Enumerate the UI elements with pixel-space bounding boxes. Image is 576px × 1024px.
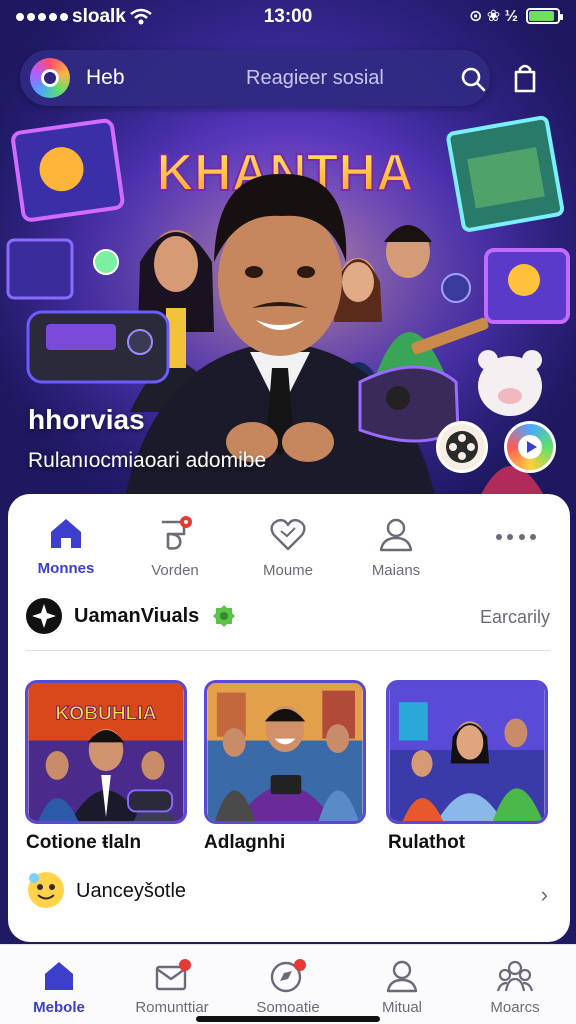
see-all-link[interactable]: Earcarily [480, 607, 550, 628]
person-icon [379, 518, 413, 552]
divider [26, 650, 550, 651]
emoji-glyph [29, 873, 55, 900]
tab-moume[interactable]: Moume [233, 516, 343, 579]
search-bar[interactable]: Heb Reagieer sosial [20, 50, 490, 106]
verified-badge-icon [213, 605, 235, 627]
home-icon [51, 519, 81, 548]
film-reel-glyph [446, 431, 478, 463]
play-glyph [518, 435, 542, 459]
tab-vorden[interactable]: Vorden [120, 516, 230, 579]
video-thumbnail[interactable] [204, 680, 366, 824]
status-bar: sloalk 13:00 ⊙ ❀ ½ [0, 0, 576, 34]
svg-text:KOBUHLIA: KOBUHLIA [55, 703, 156, 724]
compass-icon [270, 959, 306, 993]
video-title[interactable]: Cotione ŧlaln [26, 832, 141, 854]
hero-title: hhorvias [28, 404, 145, 435]
channel-name[interactable]: UamanViuals [74, 605, 199, 628]
tab-bar: Monnes Vorden Moume Maians [8, 494, 570, 584]
battery-icon [526, 8, 563, 24]
search-icon[interactable] [460, 66, 486, 92]
play-store-icon[interactable] [504, 421, 556, 473]
heart-icon [270, 518, 306, 551]
thumbnail-image [207, 683, 363, 821]
more-icon[interactable] [496, 534, 536, 542]
section-header: UamanViuals Earcarily [8, 594, 570, 644]
nav-item-moarcs[interactable]: Moarcs [465, 959, 565, 1016]
nav-item-mitual[interactable]: Mitual [352, 959, 452, 1016]
list-item-label: Uanceyšotle [76, 880, 187, 902]
home-icon [45, 962, 73, 990]
list-item[interactable]: Uanceyšotle › [8, 866, 570, 918]
hero-section: sloalk 13:00 ⊙ ❀ ½ Heb Reagieer sosial K… [0, 0, 576, 520]
tab-maians[interactable]: Maians [341, 516, 451, 579]
content-card: Monnes Vorden Moume Maians UamanViuals E… [8, 494, 570, 942]
nav-label: Somoatie [256, 999, 320, 1016]
brand-label: Heb [86, 66, 125, 89]
nav-item-romunttiar[interactable]: Romunttiar [122, 959, 222, 1016]
mail-icon [155, 959, 191, 991]
status-glyphs: ⊙ ❀ ½ [468, 8, 518, 25]
nav-label: Moarcs [490, 999, 540, 1016]
bottom-nav: Mebole Romunttiar Somoatie Mitual Moarcs [0, 944, 576, 1024]
tab-home[interactable]: Monnes [11, 516, 121, 577]
hero-subtitle: Rulanıocmiaoari adomibe [28, 449, 267, 472]
tab-label: Maians [371, 562, 421, 579]
tab-label: Monnes [37, 560, 95, 577]
channel-logo-icon[interactable] [26, 598, 62, 634]
video-title[interactable]: Rulathot [388, 832, 465, 854]
nav-label: Mebole [33, 999, 85, 1016]
nav-label: Romunttiar [135, 999, 209, 1016]
nav-item-home[interactable]: Mebole [9, 959, 109, 1016]
group-icon [496, 960, 534, 992]
film-reel-icon[interactable] [436, 421, 488, 473]
emoji-icon [28, 872, 64, 908]
video-thumbnail[interactable]: KOBUHLIA [25, 680, 187, 824]
video-thumbnail[interactable] [386, 680, 548, 824]
search-input[interactable]: Reagieer sosial [246, 67, 384, 90]
video-title[interactable]: Adlagnhi [204, 832, 285, 854]
app-logo-icon[interactable] [30, 58, 70, 98]
home-indicator[interactable] [196, 1016, 380, 1022]
thumbnail-image: KOBUHLIA [28, 683, 184, 821]
chevron-right-icon: › [540, 882, 548, 907]
nav-label: Mitual [381, 999, 422, 1016]
thumbnail-image [389, 683, 545, 821]
note-icon [162, 516, 192, 550]
bag-icon[interactable] [510, 62, 540, 94]
nav-item-somoatie[interactable]: Somoatie [238, 959, 338, 1016]
channel-logo-glyph [32, 604, 56, 628]
tab-label: Vorden [151, 562, 199, 579]
tab-label: Moume [262, 562, 314, 579]
status-icons: ⊙ ❀ ½ [468, 6, 563, 26]
person-icon [386, 960, 418, 993]
